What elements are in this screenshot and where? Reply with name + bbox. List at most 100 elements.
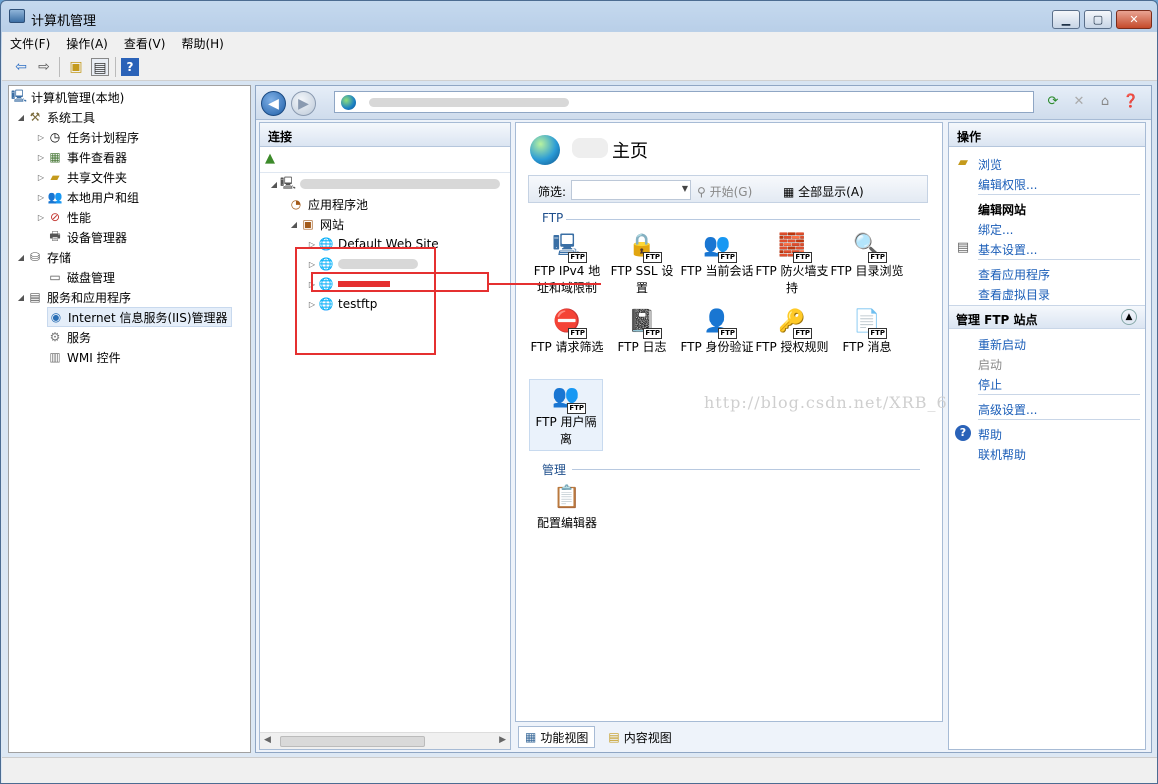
action-browse[interactable]: 浏览 (978, 156, 1002, 173)
tree-node-task-scheduler[interactable]: ▷ ◷ 任务计划程序 (35, 128, 139, 146)
show-all-button[interactable]: ▦ 全部显示(A) (783, 183, 864, 200)
mmc-window: 计算机管理 ▁ ▢ ✕ 文件(F) 操作(A) 查看(V) 帮助(H) ⇦ ⇨ … (0, 0, 1158, 784)
action-view-vdirs[interactable]: 查看虚拟目录 (978, 286, 1050, 303)
refresh-icon[interactable]: ⟳ (1043, 93, 1063, 111)
collapse-arrow-icon[interactable]: ◢ (288, 220, 300, 229)
stop-icon[interactable]: ✕ (1069, 93, 1089, 111)
create-connection-icon[interactable]: ▲ (265, 151, 275, 166)
feature-ftp-messages[interactable]: 📄 FTP FTP 消息 (830, 305, 904, 356)
feature-ftp-authentication[interactable]: 👤 FTP FTP 身份验证 (680, 305, 754, 356)
action-basic-settings[interactable]: 基本设置... (978, 241, 1037, 258)
chevron-down-icon[interactable]: ▼ (682, 184, 688, 193)
menu-help[interactable]: 帮助(H) (173, 32, 231, 53)
action-help[interactable]: 帮助 (978, 426, 1002, 443)
collapse-arrow-icon[interactable]: ◢ (268, 180, 280, 189)
back-arrow-icon[interactable]: ⇦ (12, 58, 30, 76)
action-online-help[interactable]: 联机帮助 (978, 446, 1026, 463)
collapse-arrow-icon[interactable]: ◢ (15, 293, 27, 302)
tab-feature-view[interactable]: ▦ 功能视图 (518, 726, 596, 748)
computer-management-icon (9, 9, 25, 23)
action-start[interactable]: 启动 (978, 356, 1002, 373)
expand-arrow-icon[interactable]: ▷ (35, 173, 47, 182)
group-divider (572, 469, 920, 470)
tab-content-view[interactable]: ▤ 内容视图 (601, 726, 678, 748)
feature-ftp-firewall[interactable]: 🧱 FTP FTP 防火墙支持 (755, 229, 829, 297)
collapse-arrow-icon[interactable]: ◢ (15, 113, 27, 122)
tree-node-root[interactable]: 🖳 计算机管理(本地) (11, 88, 124, 106)
feature-ftp-ssl[interactable]: 🔒 FTP FTP SSL 设置 (605, 229, 679, 297)
tree-node-server[interactable]: ◢ 🖳 (268, 175, 500, 193)
tree-node-performance[interactable]: ▷ ⊘ 性能 (35, 208, 91, 226)
blurred-server-name (300, 179, 500, 189)
help-icon[interactable]: ❓ (1121, 93, 1141, 111)
server-icon: 🖳 (280, 175, 297, 190)
tree-node-wmi[interactable]: ▥ WMI 控件 (47, 348, 120, 366)
annotation-box (295, 247, 436, 355)
feature-ftp-logging[interactable]: 📓 FTP FTP 日志 (605, 305, 679, 356)
services-apps-icon: ▤ (29, 290, 41, 304)
menu-view[interactable]: 查看(V) (116, 32, 174, 53)
tree-node-local-users[interactable]: ▷ 👥 本地用户和组 (35, 188, 139, 206)
tree-node-shared-folders[interactable]: ▷ ▰ 共享文件夹 (35, 168, 127, 186)
up-folder-icon[interactable]: ▣ (67, 58, 85, 76)
expand-arrow-icon[interactable]: ▷ (35, 193, 47, 202)
tree-node-event-viewer[interactable]: ▷ ▦ 事件查看器 (35, 148, 127, 166)
action-view-apps[interactable]: 查看应用程序 (978, 266, 1050, 283)
scroll-right-icon[interactable]: ▶ (499, 735, 506, 745)
scroll-thumb[interactable] (280, 736, 425, 747)
ftp-tag: FTP (643, 328, 662, 339)
feature-ftp-authorization[interactable]: 🔑 FTP FTP 授权规则 (755, 305, 829, 356)
help-icon[interactable]: ? (121, 58, 139, 76)
breadcrumb-input[interactable] (334, 91, 1034, 113)
feature-ftp-dir-browsing[interactable]: 🔍 FTP FTP 目录浏览 (830, 229, 904, 280)
storage-icon: ⛁ (29, 250, 41, 264)
feature-ftp-ipv4[interactable]: 🖳 FTP FTP IPv4 地址和域限制 (530, 229, 604, 297)
horizontal-scrollbar[interactable]: ◀ ▶ (260, 732, 510, 749)
action-edit-permissions[interactable]: 编辑权限... (978, 176, 1037, 193)
action-restart[interactable]: 重新启动 (978, 336, 1026, 353)
back-button[interactable]: ◀ (261, 91, 286, 116)
tree-node-system-tools[interactable]: ◢ ⚒ 系统工具 (15, 108, 95, 126)
tree-node-device-manager[interactable]: 🖶 设备管理器 (47, 228, 127, 246)
tree-node-iis-manager[interactable]: ◉ Internet 信息服务(IIS)管理器 (47, 307, 232, 327)
shared-folder-icon: ▰ (50, 170, 60, 184)
forward-button[interactable]: ▶ (291, 91, 316, 116)
expand-arrow-icon[interactable]: ▷ (35, 213, 47, 222)
title-bar: 计算机管理 ▁ ▢ ✕ (1, 1, 1157, 31)
filter-input[interactable]: ▼ (571, 180, 691, 200)
menu-action[interactable]: 操作(A) (58, 32, 116, 53)
close-button[interactable]: ✕ (1116, 10, 1152, 29)
request-filter-icon: ⛔ FTP (553, 308, 587, 339)
ftp-tag: FTP (793, 252, 812, 263)
action-bindings[interactable]: 绑定... (978, 221, 1013, 238)
expand-arrow-icon[interactable]: ▷ (35, 153, 47, 162)
action-advanced-settings[interactable]: 高级设置... (978, 401, 1037, 418)
feature-config-editor[interactable]: 📋 配置编辑器 (530, 481, 604, 532)
tree-node-disk-management[interactable]: ▭ 磁盘管理 (47, 268, 115, 286)
collapse-arrow-icon[interactable]: ◢ (15, 253, 27, 262)
help-icon: ? (955, 425, 971, 441)
expand-arrow-icon[interactable]: ▷ (35, 133, 47, 142)
show-hide-tree-icon[interactable]: ▤ (91, 58, 109, 76)
action-edit-site-heading: 编辑网站 (978, 203, 1027, 217)
maximize-button[interactable]: ▢ (1084, 10, 1112, 29)
feature-ftp-user-isolation[interactable]: 👥 FTP FTP 用户隔离 (529, 379, 603, 451)
feature-ftp-request-filtering[interactable]: ⛔ FTP FTP 请求筛选 (530, 305, 604, 356)
forward-arrow-icon[interactable]: ⇨ (35, 58, 53, 76)
feature-ftp-sessions[interactable]: 👥 FTP FTP 当前会话 (680, 229, 754, 280)
tree-node-storage[interactable]: ◢ ⛁ 存储 (15, 248, 71, 266)
scroll-left-icon[interactable]: ◀ (264, 735, 271, 745)
tree-node-app-pools[interactable]: ◔ 应用程序池 (288, 195, 368, 213)
home-icon[interactable]: ⌂ (1095, 93, 1115, 111)
tree-node-sites[interactable]: ◢ ▣ 网站 (288, 215, 344, 233)
chevron-up-icon[interactable]: ▲ (1121, 309, 1137, 325)
tree-node-services-apps[interactable]: ◢ ▤ 服务和应用程序 (15, 288, 131, 306)
filter-bar: 筛选: ▼ ⚲ 开始(G) ▦ 全部显示(A) (528, 175, 928, 203)
tree-node-services[interactable]: ⚙ 服务 (47, 328, 91, 346)
blurred-site-title (572, 138, 608, 158)
start-button[interactable]: ⚲ 开始(G) (697, 183, 752, 200)
menu-file[interactable]: 文件(F) (2, 32, 58, 53)
feature-label: FTP 目录浏览 (830, 264, 904, 278)
minimize-button[interactable]: ▁ (1052, 10, 1080, 29)
action-stop[interactable]: 停止 (978, 376, 1002, 393)
